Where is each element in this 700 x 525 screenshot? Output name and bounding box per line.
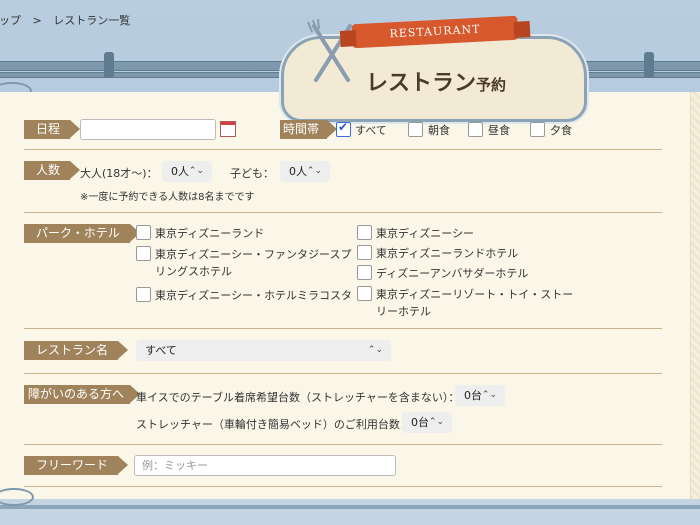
restaurant-name-label: レストラン名	[24, 341, 129, 360]
wheelchair-count-value: 0台	[464, 389, 482, 402]
adult-label: 大人(18才〜)：	[80, 167, 158, 180]
select-arrows-icon: ⌃⌄	[367, 345, 383, 355]
rail-post	[104, 52, 114, 78]
wheelchair-label: 車イスでのテーブル着席希望台数（ストレッチャーを含まない）：	[136, 391, 460, 404]
park-tds-checkbox[interactable]	[357, 225, 372, 240]
select-arrows-icon: ⌃⌄	[306, 166, 322, 176]
select-arrows-icon: ⌃⌄	[481, 390, 497, 400]
hotel-toy-story-label: 東京ディズニーリゾート・トイ・ストー	[376, 288, 574, 301]
time-breakfast-checkbox[interactable]	[408, 122, 423, 137]
time-dinner-checkbox[interactable]	[530, 122, 545, 137]
hotel-fantasy-springs-label-line2: リングスホテル	[155, 265, 232, 278]
freeword-label: フリーワード	[24, 456, 129, 475]
select-arrows-icon: ⌃⌄	[428, 417, 444, 427]
side-pattern	[691, 92, 700, 499]
breadcrumb: トップ > レストラン一覧	[0, 12, 130, 28]
select-arrows-icon: ⌃⌄	[188, 166, 204, 176]
divider	[24, 444, 662, 445]
footer-band	[0, 499, 700, 525]
time-all-label: すべて	[355, 124, 387, 137]
breadcrumb-current: レストラン一覧	[53, 14, 131, 27]
stretcher-count-select[interactable]: 0台 ⌃⌄	[402, 412, 452, 433]
freeword-input[interactable]	[134, 455, 396, 476]
time-lunch-label: 昼食	[488, 124, 510, 137]
hotel-tdl-hotel-label: 東京ディズニーランドホテル	[376, 247, 519, 260]
hotel-miracosta-checkbox[interactable]	[136, 287, 151, 302]
hotel-toy-story-label-line2: リーホテル	[376, 305, 431, 318]
rail-post	[644, 52, 654, 78]
park-hotel-label: パーク・ホテル	[24, 224, 140, 243]
logo-title-suffix: 予約	[476, 76, 507, 94]
calendar-icon[interactable]	[220, 121, 236, 137]
time-lunch-checkbox[interactable]	[468, 122, 483, 137]
divider	[24, 486, 662, 487]
park-tds-label: 東京ディズニーシー	[376, 227, 475, 240]
hotel-fantasy-springs-checkbox[interactable]	[136, 246, 151, 261]
people-note: ※一度に予約できる人数は8名までです	[80, 192, 255, 203]
accessibility-label: 障がいのある方へ	[24, 385, 141, 404]
time-all-checkbox[interactable]	[336, 120, 351, 137]
child-count-value: 0人	[289, 165, 307, 178]
restaurant-name-value: すべて	[145, 344, 177, 357]
people-label: 人数	[24, 161, 81, 180]
adult-count-select[interactable]: 0人 ⌃⌄	[162, 161, 212, 182]
breadcrumb-home-link[interactable]: トップ	[0, 14, 21, 27]
hotel-ambassador-checkbox[interactable]	[357, 265, 372, 280]
hotel-fantasy-springs-label: 東京ディズニーシー・ファンタジースプ	[155, 248, 352, 261]
time-label: 時間帯	[280, 120, 338, 139]
hotel-miracosta-label: 東京ディズニーシー・ホテルミラコスタ	[155, 289, 353, 302]
date-input[interactable]	[80, 119, 216, 140]
divider	[24, 212, 662, 213]
breadcrumb-separator: >	[32, 14, 42, 27]
time-breakfast-label: 朝食	[428, 124, 450, 137]
logo-title: レストラン	[366, 71, 477, 96]
stretcher-count-value: 0台	[411, 416, 429, 429]
hotel-ambassador-label: ディズニーアンバサダーホテル	[376, 267, 529, 280]
divider	[24, 373, 662, 374]
hotel-tdl-hotel-checkbox[interactable]	[357, 245, 372, 260]
divider	[24, 328, 662, 329]
date-label: 日程	[24, 120, 81, 139]
park-tdl-checkbox[interactable]	[136, 225, 151, 240]
adult-count-value: 0人	[171, 165, 189, 178]
restaurant-name-select[interactable]: すべて ⌃⌄	[136, 340, 391, 361]
time-dinner-label: 夕食	[550, 124, 572, 137]
divider	[24, 149, 662, 150]
wheelchair-count-select[interactable]: 0台 ⌃⌄	[455, 385, 505, 406]
park-tdl-label: 東京ディズニーランド	[155, 227, 265, 240]
child-count-select[interactable]: 0人 ⌃⌄	[280, 161, 330, 182]
hotel-toy-story-checkbox[interactable]	[357, 286, 372, 301]
child-label: 子ども：	[230, 167, 274, 180]
stretcher-label: ストレッチャー（車輪付き簡易ベッド）のご利用台数：	[136, 418, 411, 431]
